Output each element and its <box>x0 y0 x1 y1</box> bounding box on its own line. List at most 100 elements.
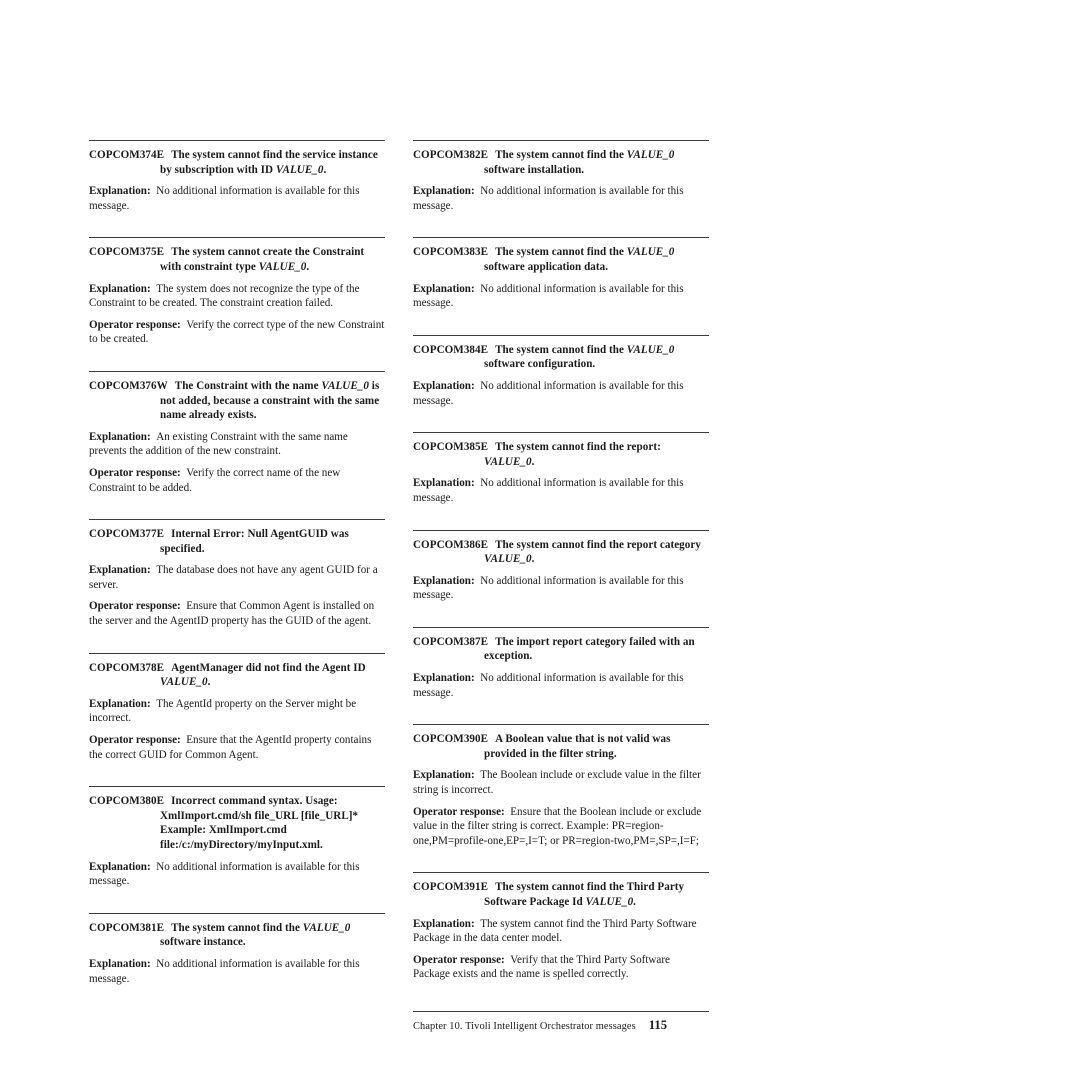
message-variable: VALUE_0 <box>626 149 675 161</box>
operator-response-paragraph: Operator response: Verify that the Third … <box>413 953 709 982</box>
explanation-paragraph: Explanation: The system cannot find the T… <box>413 917 709 946</box>
message-heading: COPCOM380E Incorrect command syntax. Usag… <box>89 794 385 852</box>
message-title-text-tail: . <box>323 163 327 176</box>
message-id: COPCOM377E <box>89 528 165 541</box>
explanation-paragraph: Explanation: The database does not have a… <box>89 563 385 592</box>
message-variable: VALUE_0 <box>626 343 675 356</box>
message-entry: COPCOM377E Internal Error: Null AgentGUID… <box>89 519 385 647</box>
message-title-text: The system cannot find the Third Party S… <box>484 881 685 908</box>
message-heading: COPCOM386E The system cannot find the rep… <box>413 538 709 567</box>
message-title-text: Incorrect command syntax. Usage: XmlImpo… <box>160 795 359 851</box>
message-variable: VALUE_0 <box>302 921 351 934</box>
explanation-label: Explanation: <box>413 574 475 587</box>
entry-separator-rule <box>413 724 709 726</box>
entry-spacer <box>413 318 709 329</box>
message-title-text-tail: software instance. <box>160 936 246 949</box>
message-entry: COPCOM383E The system cannot find the VAL… <box>413 237 709 328</box>
explanation-label: Explanation: <box>89 957 151 970</box>
message-title-text: The system cannot find the <box>495 246 627 259</box>
explanation-label: Explanation: <box>89 282 151 295</box>
entry-separator-rule <box>413 334 709 336</box>
message-id: COPCOM382E <box>413 149 489 161</box>
message-heading: COPCOM376W The Constraint with the name V… <box>89 379 385 423</box>
footer-chapter-text: Chapter 10. Tivoli Intelligent Orchestra… <box>413 1021 636 1032</box>
message-id: COPCOM387E <box>413 635 489 648</box>
entry-spacer <box>413 989 709 1000</box>
entry-spacer <box>89 220 385 231</box>
message-entry: COPCOM385E The system cannot find the rep… <box>413 432 709 523</box>
entry-separator-rule <box>413 432 709 434</box>
message-title-text: The import report category failed with a… <box>484 635 695 663</box>
message-title-text: AgentManager did not find the Agent ID <box>171 661 366 674</box>
message-id: COPCOM386E <box>413 538 489 551</box>
message-id: COPCOM380E <box>89 795 165 808</box>
message-variable: VALUE_0 <box>275 163 324 176</box>
message-heading: COPCOM375E The system cannot create the C… <box>89 245 385 274</box>
entry-spacer <box>89 636 385 647</box>
operator-response-paragraph: Operator response: Ensure that the Boolea… <box>413 805 709 849</box>
explanation-label: Explanation: <box>413 769 475 782</box>
column-closing-rule <box>413 1010 709 1012</box>
explanation-paragraph: Explanation: No additional information is… <box>413 671 709 700</box>
message-title-text-tail: software configuration. <box>484 358 596 371</box>
message-heading: COPCOM390E A Boolean value that is not va… <box>413 732 709 761</box>
message-variable: VALUE_0 <box>321 379 369 392</box>
operator-response-label: Operator response: <box>89 466 181 479</box>
message-id: COPCOM375E <box>89 246 165 259</box>
message-title-text: The system cannot find the <box>495 343 627 356</box>
message-entry: COPCOM382E The system cannot find the VAL… <box>413 140 709 231</box>
message-variable: VALUE_0 <box>585 896 634 908</box>
message-title-text-tail: . <box>207 676 211 689</box>
message-variable: VALUE_0 <box>484 553 532 566</box>
entry-separator-rule <box>89 140 385 141</box>
message-title-text-tail: . <box>531 455 535 468</box>
entry-separator-rule <box>413 140 709 141</box>
explanation-paragraph: Explanation: No additional information is… <box>413 379 709 408</box>
entry-separator-rule <box>89 652 385 654</box>
document-page: COPCOM374E The system cannot find the ser… <box>0 0 1080 1080</box>
explanation-paragraph: Explanation: No additional information is… <box>413 184 709 213</box>
right-column: COPCOM382E The system cannot find the VAL… <box>413 140 709 1012</box>
entry-spacer <box>413 855 709 866</box>
operator-response-label: Operator response: <box>89 318 181 331</box>
message-entry: COPCOM391E The system cannot find the Thi… <box>413 872 709 1000</box>
message-heading: COPCOM387E The import report category fai… <box>413 635 709 664</box>
explanation-label: Explanation: <box>413 185 475 198</box>
operator-response-paragraph: Operator response: Ensure that Common Age… <box>89 599 385 628</box>
operator-response-label: Operator response: <box>413 805 505 818</box>
entry-spacer <box>89 896 385 907</box>
message-title-text: The system cannot find the report catego… <box>495 538 701 551</box>
explanation-label: Explanation: <box>413 917 475 930</box>
message-entry: COPCOM375E The system cannot create the C… <box>89 237 385 365</box>
explanation-paragraph: Explanation: No additional information is… <box>413 574 709 603</box>
operator-response-paragraph: Operator response: Verify the correct typ… <box>89 318 385 347</box>
message-entry: COPCOM390E A Boolean value that is not va… <box>413 724 709 866</box>
message-heading: COPCOM382E The system cannot find the VAL… <box>413 148 709 177</box>
message-title-text: A Boolean value that is not valid was pr… <box>484 733 671 760</box>
message-id: COPCOM385E <box>413 441 489 454</box>
two-column-body: COPCOM374E The system cannot find the ser… <box>89 140 709 1012</box>
message-id: COPCOM378E <box>89 661 165 674</box>
entry-spacer <box>89 993 385 1004</box>
message-heading: COPCOM374E The system cannot find the ser… <box>89 148 385 177</box>
page-number: 115 <box>648 1018 667 1032</box>
message-id: COPCOM383E <box>413 246 489 259</box>
explanation-paragraph: Explanation: An existing Constraint with … <box>89 430 385 459</box>
entry-separator-rule <box>89 370 385 372</box>
message-entry: COPCOM374E The system cannot find the ser… <box>89 140 385 231</box>
explanation-label: Explanation: <box>413 477 475 490</box>
message-variable: VALUE_0 <box>626 246 675 259</box>
explanation-label: Explanation: <box>89 430 151 443</box>
explanation-paragraph: Explanation: No additional information is… <box>89 184 385 213</box>
message-entry: COPCOM387E The import report category fai… <box>413 626 709 718</box>
message-title-text-tail: software installation. <box>484 163 585 176</box>
explanation-paragraph: Explanation: No additional information is… <box>413 476 709 505</box>
entry-spacer <box>89 354 385 365</box>
operator-response-paragraph: Operator response: Ensure that the AgentI… <box>89 733 385 762</box>
message-variable: VALUE_0 <box>160 676 208 689</box>
message-heading: COPCOM381E The system cannot find the VAL… <box>89 921 385 950</box>
entry-separator-rule <box>413 626 709 628</box>
message-id: COPCOM381E <box>89 921 165 934</box>
entry-spacer <box>89 502 385 513</box>
message-entry: COPCOM378E AgentManager did not find the … <box>89 652 385 781</box>
